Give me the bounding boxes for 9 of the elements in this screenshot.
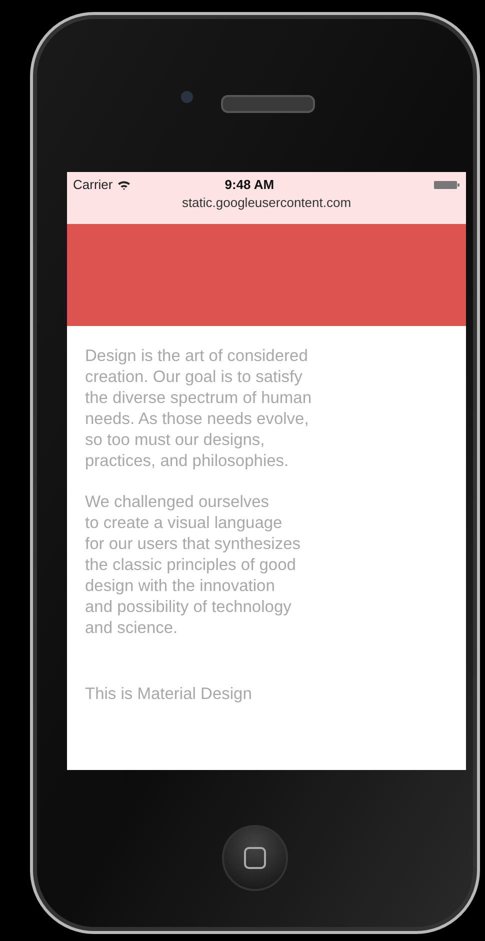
battery-icon bbox=[434, 180, 460, 190]
status-time: 9:48 AM bbox=[224, 177, 274, 192]
carrier-label: Carrier bbox=[73, 177, 113, 192]
url-label[interactable]: static.googleusercontent.com bbox=[182, 195, 352, 210]
tagline-text: This is Material Design bbox=[85, 684, 253, 705]
wifi-icon bbox=[116, 180, 131, 190]
body-paragraph: Design is the art of considered creation. Our goal is to satisfy the diverse spectrum of human needs. As those needs evolve, so too must our designs, practices, and philosophies. bbox=[85, 346, 313, 472]
camera-icon bbox=[181, 91, 193, 103]
body-paragraph: We challenged ourselves to create a visual language for our users that synthesizes the classic principles of good design with the innovation and possibility of technology and science. bbox=[85, 492, 302, 639]
